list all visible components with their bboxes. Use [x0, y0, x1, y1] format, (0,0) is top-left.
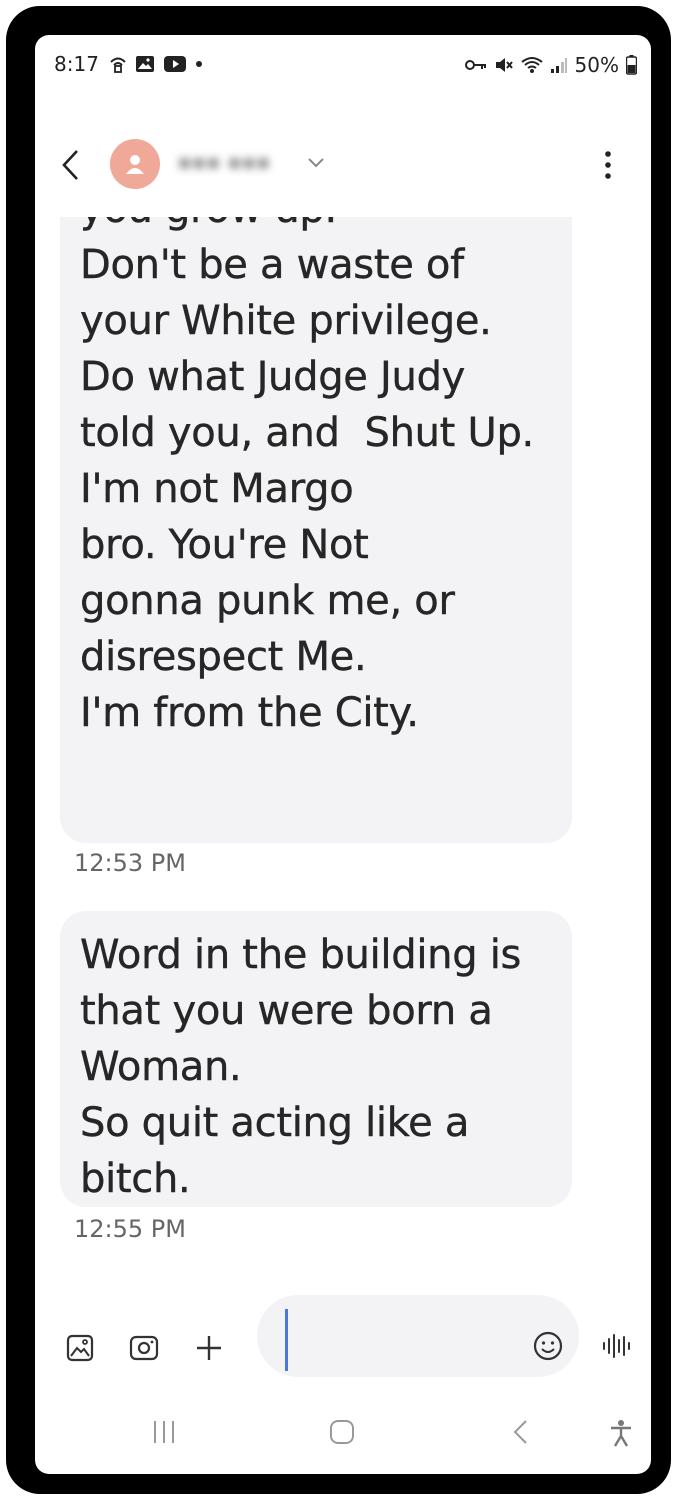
message-timestamp: 12:53 PM	[74, 849, 186, 877]
status-bar: 8:17 50%	[35, 35, 651, 93]
wifi-calling-icon	[110, 57, 126, 73]
voice-record-icon[interactable]	[601, 1331, 633, 1361]
home-icon[interactable]	[329, 1419, 355, 1445]
accessibility-icon[interactable]	[609, 1419, 633, 1447]
recents-icon[interactable]	[151, 1419, 177, 1445]
camera-button[interactable]	[127, 1331, 161, 1365]
camera-icon	[129, 1335, 159, 1361]
more-options-icon[interactable]	[601, 148, 615, 182]
avatar[interactable]	[110, 139, 160, 189]
dot-icon	[196, 61, 202, 67]
contact-name[interactable]: ■■■ ■■■	[178, 150, 271, 176]
conversation-header: ■■■ ■■■	[35, 130, 651, 200]
plus-icon	[197, 1336, 221, 1360]
status-time: 8:17	[54, 52, 99, 76]
message-timestamp: 12:55 PM	[74, 1215, 186, 1243]
text-cursor	[285, 1309, 288, 1371]
message-bubble[interactable]: you grow up. Don't be a waste of your Wh…	[60, 217, 572, 843]
battery-percent: 50%	[574, 53, 619, 77]
message-text: Word in the building is that you were bo…	[80, 932, 522, 1202]
message-input[interactable]	[257, 1295, 579, 1377]
attach-plus-button[interactable]	[192, 1331, 226, 1365]
back-arrow-icon[interactable]	[58, 148, 84, 182]
chevron-down-icon[interactable]	[307, 157, 325, 169]
gallery-icon	[66, 1334, 94, 1362]
emoji-icon[interactable]	[533, 1331, 563, 1361]
message-bubble[interactable]: Word in the building is that you were bo…	[60, 911, 572, 1207]
youtube-icon	[164, 56, 186, 72]
gallery-notification-icon	[136, 56, 154, 72]
battery-icon	[626, 55, 637, 75]
system-nav-bar	[35, 1405, 651, 1465]
vpn-key-icon	[464, 60, 486, 70]
person-icon	[126, 155, 144, 174]
device-frame: 8:17 50% ■■■ ■■■ Don't be a waste of you…	[6, 6, 671, 1494]
wifi-icon	[520, 57, 543, 73]
compose-bar	[35, 1291, 651, 1381]
phone-screen: 8:17 50% ■■■ ■■■ Don't be a waste of you…	[35, 35, 651, 1474]
mute-icon	[495, 58, 513, 72]
signal-icon	[550, 58, 567, 73]
back-nav-icon[interactable]	[511, 1419, 531, 1445]
message-text: you grow up. Don't be a waste of your Wh…	[80, 217, 535, 736]
gallery-button[interactable]	[63, 1331, 97, 1365]
